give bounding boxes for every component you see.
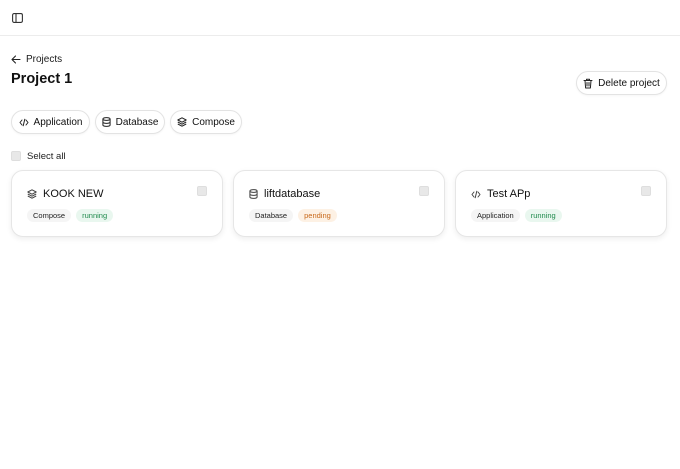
status-badge: pending — [298, 209, 337, 222]
back-to-projects-link[interactable]: Projects — [11, 52, 62, 66]
arrow-left-icon — [11, 54, 21, 64]
select-all-checkbox[interactable] — [11, 151, 21, 161]
layers-icon — [177, 117, 187, 127]
code-icon — [471, 190, 481, 199]
delete-project-label: Delete project — [598, 77, 660, 89]
service-name: Test APp — [487, 188, 531, 200]
sidebar-toggle-icon[interactable] — [10, 11, 24, 25]
service-type-badge: Application — [471, 209, 520, 222]
trash-icon — [583, 78, 593, 89]
top-bar — [0, 0, 680, 36]
service-name: KOOK NEW — [43, 188, 104, 200]
service-card[interactable]: liftdatabase Database pending — [233, 170, 445, 237]
service-type-badge: Compose — [27, 209, 72, 222]
layers-icon — [27, 189, 37, 199]
service-card-header: Test APp — [471, 188, 530, 200]
select-all-control[interactable]: Select all — [11, 150, 66, 162]
service-select-checkbox[interactable] — [641, 186, 651, 196]
add-compose-label: Compose — [192, 116, 235, 128]
service-type-badge: Database — [249, 209, 294, 222]
service-card-header: KOOK NEW — [27, 188, 104, 200]
delete-project-button[interactable]: Delete project — [576, 71, 667, 95]
add-compose-button[interactable]: Compose — [170, 110, 242, 134]
service-card[interactable]: Test APp Application running — [455, 170, 667, 237]
database-icon — [101, 117, 111, 127]
select-all-label: Select all — [27, 150, 66, 162]
database-icon — [249, 189, 258, 199]
status-badge: running — [76, 209, 114, 222]
back-link-label: Projects — [26, 53, 63, 65]
code-icon — [19, 118, 29, 127]
service-tags: Compose running — [27, 209, 114, 222]
page-title: Project 1 — [11, 71, 73, 87]
add-application-button[interactable]: Application — [11, 110, 90, 134]
add-database-label: Database — [115, 116, 159, 128]
add-application-label: Application — [33, 116, 83, 128]
service-card-header: liftdatabase — [249, 188, 320, 200]
add-database-button[interactable]: Database — [95, 110, 165, 134]
service-select-checkbox[interactable] — [419, 186, 429, 196]
service-card[interactable]: KOOK NEW Compose running — [11, 170, 223, 237]
service-tags: Database pending — [249, 209, 337, 222]
service-name: liftdatabase — [264, 188, 321, 200]
status-badge: running — [524, 209, 562, 222]
service-select-checkbox[interactable] — [197, 186, 207, 196]
service-tags: Application running — [471, 209, 562, 222]
